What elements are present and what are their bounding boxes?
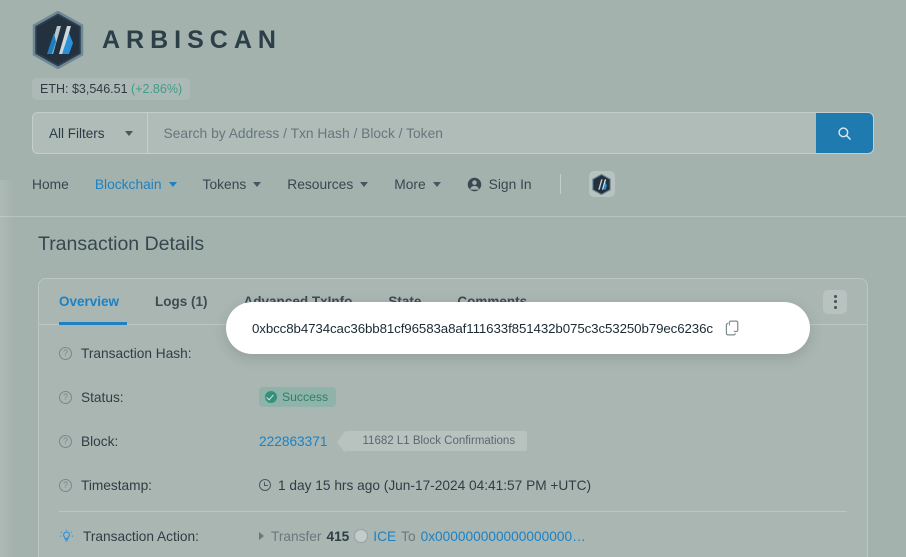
row-value: Success <box>259 387 337 407</box>
label-text: Status: <box>81 389 124 405</box>
block-number-link[interactable]: 222863371 <box>259 434 328 449</box>
status-badge: Success <box>259 387 337 407</box>
all-filters-dropdown[interactable]: All Filters <box>33 113 148 153</box>
expand-triangle-icon[interactable] <box>259 532 264 540</box>
nav-item-resources[interactable]: Resources <box>287 176 369 192</box>
avatar[interactable] <box>588 171 615 197</box>
row-label: Transaction Action: <box>59 529 259 544</box>
label-text: Block: <box>81 433 119 449</box>
brand-name: ARBISCAN <box>102 25 282 54</box>
action-to-label: To <box>401 528 416 544</box>
search-icon <box>838 126 851 140</box>
search-button[interactable] <box>816 113 873 153</box>
sign-in-label: Sign In <box>488 176 532 192</box>
block-confirmations-chip: 11682 L1 Block Confirmations <box>344 431 528 451</box>
arbiscan-avatar-icon <box>592 173 611 195</box>
nav-label: Blockchain <box>94 176 162 192</box>
all-filters-label: All Filters <box>49 125 105 141</box>
main-navigation: Home Blockchain Tokens Resources More Si… <box>32 166 874 202</box>
nav-divider <box>559 174 561 194</box>
check-circle-icon <box>265 391 277 403</box>
label-text: Transaction Action: <box>83 528 199 544</box>
kebab-menu-icon[interactable] <box>823 289 847 314</box>
help-icon[interactable]: ? <box>59 434 72 448</box>
nav-label: Resources <box>287 176 354 192</box>
status-text: Success <box>282 390 329 404</box>
nav-item-more[interactable]: More <box>394 176 441 192</box>
row-value: 222863371 11682 L1 Block Confirmations <box>259 431 528 451</box>
eth-price-label: ETH: $3,546.51 <box>40 82 128 96</box>
row-label: ? Timestamp: <box>59 478 259 493</box>
transaction-hash-text: 0xbcc8b4734cac36bb81cf96583a8af111633f85… <box>252 320 713 336</box>
action-verb: Transfer <box>271 528 322 544</box>
action-amount: 415 <box>326 528 350 544</box>
nav-label: More <box>394 176 426 192</box>
transaction-hash-tooltip: 0xbcc8b4734cac36bb81cf96583a8af111633f85… <box>226 302 810 354</box>
lightbulb-icon <box>59 529 74 541</box>
user-circle-icon <box>467 177 481 191</box>
tab-label: Overview <box>59 293 120 309</box>
row-label: ? Status: <box>59 390 259 405</box>
tab-logs[interactable]: Logs (1) <box>137 279 226 325</box>
action-to-address-link[interactable]: 0x000000000000000000… <box>421 529 586 544</box>
search-bar: All Filters <box>32 112 874 154</box>
page-title: Transaction Details <box>38 233 205 255</box>
tab-overview[interactable]: Overview <box>59 279 137 325</box>
clock-icon <box>259 479 271 491</box>
help-icon[interactable]: ? <box>59 390 72 404</box>
eth-price-ticker: ETH: $3,546.51 (+2.86%) <box>32 78 191 100</box>
row-timestamp: ? Timestamp: 1 day 15 hrs ago (Jun-17-20… <box>59 463 847 507</box>
eth-price-change: (+2.86%) <box>131 82 183 96</box>
detail-rows: ? Transaction Hash: 0xbcc8b4734cac36bb81… <box>39 325 867 557</box>
site-header: ARBISCAN ETH: $3,546.51 (+2.86%) All Fil… <box>0 0 906 202</box>
row-transaction-action: Transaction Action: Transfer 415 ICE To … <box>59 512 847 557</box>
chevron-down-icon <box>432 181 441 187</box>
nav-label: Home <box>32 176 69 192</box>
search-input[interactable] <box>147 113 816 153</box>
row-label: ? Transaction Hash: <box>59 346 259 361</box>
tab-label: Logs (1) <box>155 293 208 309</box>
ice-token-icon <box>354 529 369 543</box>
copy-icon[interactable] <box>725 320 740 336</box>
chevron-down-icon <box>124 130 133 136</box>
chevron-down-icon <box>360 181 369 187</box>
row-status: ? Status: Success <box>59 375 847 419</box>
label-text: Transaction Hash: <box>81 345 192 361</box>
nav-item-home[interactable]: Home <box>32 177 69 192</box>
row-value: 1 day 15 hrs ago (Jun-17-2024 04:41:57 P… <box>259 478 591 493</box>
timestamp-text: 1 day 15 hrs ago (Jun-17-2024 04:41:57 P… <box>278 477 592 493</box>
row-label: ? Block: <box>59 434 259 449</box>
brand-row: ARBISCAN <box>0 10 906 70</box>
content-area: Transaction Details Overview Logs (1) Ad… <box>0 216 906 557</box>
kebab-dot <box>833 294 837 298</box>
help-icon[interactable]: ? <box>59 346 72 360</box>
token-symbol-link[interactable]: ICE <box>373 529 396 544</box>
label-text: Timestamp: <box>81 477 152 493</box>
help-icon[interactable]: ? <box>59 478 72 492</box>
row-block: ? Block: 222863371 11682 L1 Block Confir… <box>59 419 847 463</box>
page-root: ARBISCAN ETH: $3,546.51 (+2.86%) All Fil… <box>0 0 906 557</box>
kebab-dot <box>833 305 837 309</box>
nav-label: Tokens <box>202 176 247 192</box>
arbiscan-hexagon-logo-icon[interactable] <box>32 11 84 69</box>
nav-item-tokens[interactable]: Tokens <box>203 177 262 192</box>
nav-item-blockchain[interactable]: Blockchain <box>95 177 177 192</box>
row-value: Transfer 415 ICE To 0x000000000000000000… <box>259 529 586 544</box>
sign-in-button[interactable]: Sign In <box>467 177 532 192</box>
chevron-down-icon <box>253 181 262 187</box>
chevron-down-icon <box>168 181 177 187</box>
kebab-dot <box>833 300 837 303</box>
